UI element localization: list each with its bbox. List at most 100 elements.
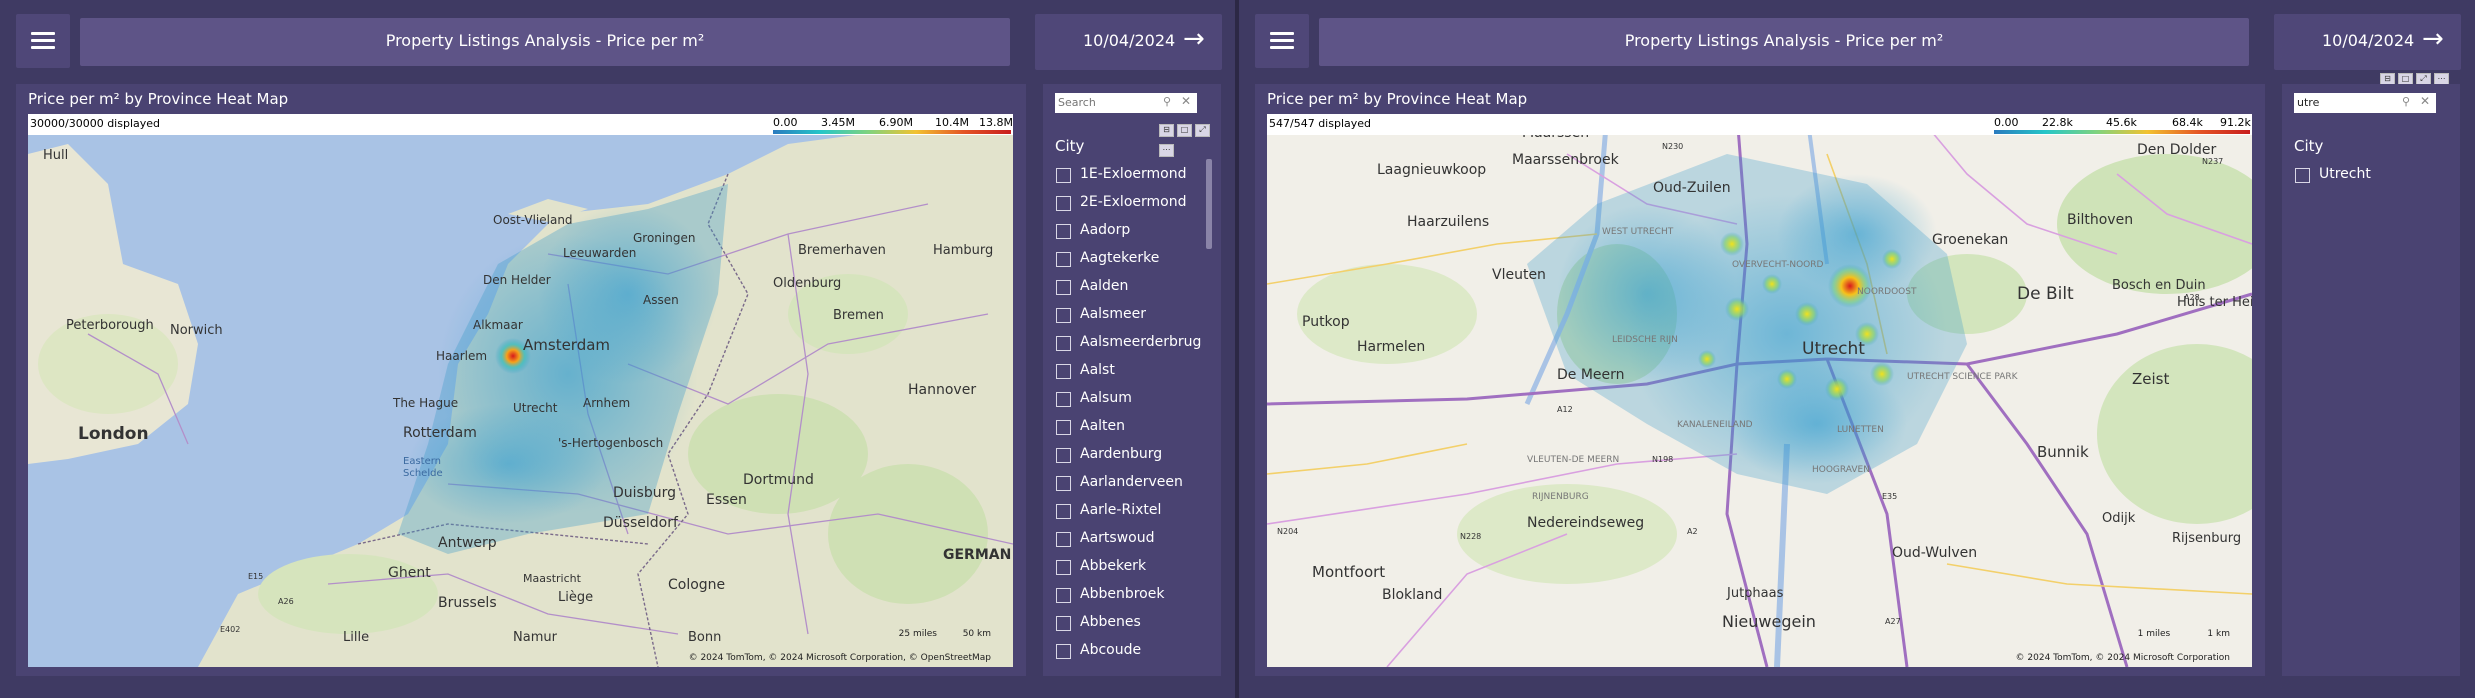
- slicer-item[interactable]: Aardenburg: [1055, 442, 1200, 470]
- slicer-item-label: Aalst: [1080, 362, 1115, 378]
- visual-title: Price per m² by Province Heat Map: [1267, 90, 1528, 108]
- checkbox[interactable]: [1056, 252, 1071, 267]
- slicer-item[interactable]: Aalten: [1055, 414, 1200, 442]
- slicer-item-label: Abbekerk: [1080, 558, 1147, 574]
- heat-map[interactable]: Hull Peterborough Norwich London Oost-Vl…: [28, 114, 1013, 667]
- checkbox[interactable]: [1056, 308, 1071, 323]
- checkbox[interactable]: [2295, 168, 2310, 183]
- map-label: Montfoort: [1312, 563, 1385, 581]
- slicer-item[interactable]: Aadorp: [1055, 218, 1200, 246]
- slicer-item-label: 1E-Exloermond: [1080, 166, 1187, 182]
- slicer-search-input[interactable]: [1058, 95, 1158, 109]
- close-icon[interactable]: ✕: [1181, 94, 1191, 108]
- arrow-right-icon[interactable]: →: [1183, 24, 1205, 54]
- slicer-item[interactable]: Aalden: [1055, 274, 1200, 302]
- map-label: Duisburg: [613, 485, 676, 501]
- checkbox[interactable]: [1056, 616, 1071, 631]
- road-shield-label: A12: [1557, 405, 1573, 414]
- map-label: Groningen: [633, 231, 695, 245]
- scale-tick: 22.8k: [2042, 116, 2073, 129]
- slicer-heading: City: [1055, 137, 1085, 155]
- checkbox[interactable]: [1056, 196, 1071, 211]
- checkbox[interactable]: [1056, 476, 1071, 491]
- date-label: 10/04/2024: [1083, 31, 1176, 50]
- map-label: Arnhem: [583, 396, 630, 410]
- arrow-right-icon[interactable]: →: [2422, 24, 2444, 54]
- checkbox[interactable]: [1056, 504, 1071, 519]
- checkbox[interactable]: [1056, 448, 1071, 463]
- more-options-icon[interactable]: ⋯: [1159, 144, 1174, 157]
- slicer-item[interactable]: Aagtekerke: [1055, 246, 1200, 274]
- scale-gradient: [773, 130, 1011, 134]
- scale-tick: 68.4k: [2172, 116, 2203, 129]
- map-label: Amsterdam: [523, 336, 610, 354]
- checkbox[interactable]: [1056, 420, 1071, 435]
- slicer-item[interactable]: Aarle-Rixtel: [1055, 498, 1200, 526]
- road-shield-label: A28: [2184, 293, 2200, 302]
- map-label: Brussels: [438, 595, 497, 611]
- slicer-item[interactable]: 2E-Exloermond: [1055, 190, 1200, 218]
- map-label: Lille: [343, 630, 369, 645]
- slicer-item[interactable]: Aalst: [1055, 358, 1200, 386]
- district-label: NOORDOOST: [1857, 287, 1917, 297]
- map-canvas[interactable]: Hull Peterborough Norwich London Oost-Vl…: [28, 114, 1013, 667]
- slicer-item-label: Aalsum: [1080, 390, 1132, 406]
- map-label: Oost-Vlieland: [493, 213, 573, 227]
- checkbox[interactable]: [1056, 588, 1071, 603]
- color-scale-legend: 0.00 22.8k 45.6k 68.4k 91.2k: [1994, 116, 2251, 134]
- hamburger-icon: [31, 32, 55, 35]
- map-label: Maarssenbroek: [1512, 152, 1620, 168]
- slicer-item[interactable]: Aalsmeer: [1055, 302, 1200, 330]
- slicer-search-input[interactable]: [2297, 95, 2397, 109]
- slicer-item[interactable]: Aartswoud: [1055, 526, 1200, 554]
- checkbox[interactable]: [1056, 336, 1071, 351]
- page-title-box: Property Listings Analysis - Price per m…: [1319, 18, 2249, 66]
- checkbox[interactable]: [1056, 644, 1071, 659]
- filter-icon[interactable]: ⊟: [1159, 124, 1174, 137]
- checkbox[interactable]: [1056, 532, 1071, 547]
- search-icon[interactable]: ⚲: [2402, 95, 2410, 108]
- focus-mode-icon[interactable]: □: [1177, 124, 1192, 137]
- hamburger-line: [1270, 46, 1294, 49]
- menu-button[interactable]: [16, 14, 70, 68]
- slicer-scrollbar[interactable]: [1206, 159, 1212, 249]
- map-label: GERMAN: [943, 547, 1011, 563]
- checkbox[interactable]: [1056, 560, 1071, 575]
- slicer-item[interactable]: Aalsmeerderbrug: [1055, 330, 1201, 358]
- slicer-item-label: Aagtekerke: [1080, 250, 1160, 266]
- checkbox[interactable]: [1056, 392, 1071, 407]
- slicer-item[interactable]: Abbekerk: [1055, 554, 1200, 582]
- scale-tick: 6.90M: [879, 116, 913, 129]
- map-label: Rotterdam: [403, 425, 477, 441]
- slicer-item[interactable]: Abbenes: [1055, 610, 1200, 638]
- district-label: RIJNENBURG: [1532, 492, 1589, 502]
- map-canvas[interactable]: Maarssen Maarssenbroek Laagnieuwkoop Oud…: [1267, 114, 2252, 667]
- slicer-search-box[interactable]: ⚲ ✕: [2294, 93, 2436, 113]
- slicer-item[interactable]: Abbenbroek: [1055, 582, 1200, 610]
- hamburger-line: [31, 46, 55, 49]
- slicer-item[interactable]: 1E-Exloermond: [1055, 162, 1200, 190]
- slicer-search-box[interactable]: ⚲ ✕: [1055, 93, 1197, 113]
- checkbox[interactable]: [1056, 364, 1071, 379]
- checkbox[interactable]: [1056, 224, 1071, 239]
- slicer-header-icons: ⊟□⤢⋯: [2380, 66, 2452, 86]
- heat-map[interactable]: Maarssen Maarssenbroek Laagnieuwkoop Oud…: [1267, 114, 2252, 667]
- checkbox[interactable]: [1056, 280, 1071, 295]
- expand-icon[interactable]: ⤢: [1195, 124, 1210, 137]
- hamburger-icon: [1270, 32, 1294, 35]
- search-icon[interactable]: ⚲: [1163, 95, 1171, 108]
- page-title: Property Listings Analysis - Price per m…: [385, 31, 705, 50]
- road-shield-label: N230: [1662, 142, 1683, 151]
- district-label: VLEUTEN-DE MEERN: [1527, 455, 1619, 465]
- slicer-item[interactable]: Aalsum: [1055, 386, 1200, 414]
- scale-tick: 91.2k: [2220, 116, 2251, 129]
- map-label: Bunnik: [2037, 443, 2089, 461]
- slicer-item[interactable]: Abcoude: [1055, 638, 1200, 666]
- map-label: Bilthoven: [2067, 212, 2133, 228]
- menu-button[interactable]: [1255, 14, 1309, 68]
- close-icon[interactable]: ✕: [2420, 94, 2430, 108]
- checkbox[interactable]: [1056, 168, 1071, 183]
- slicer-item[interactable]: Aarlanderveen: [1055, 470, 1200, 498]
- slicer-item[interactable]: Utrecht: [2294, 162, 2439, 190]
- date-label: 10/04/2024: [2322, 31, 2415, 50]
